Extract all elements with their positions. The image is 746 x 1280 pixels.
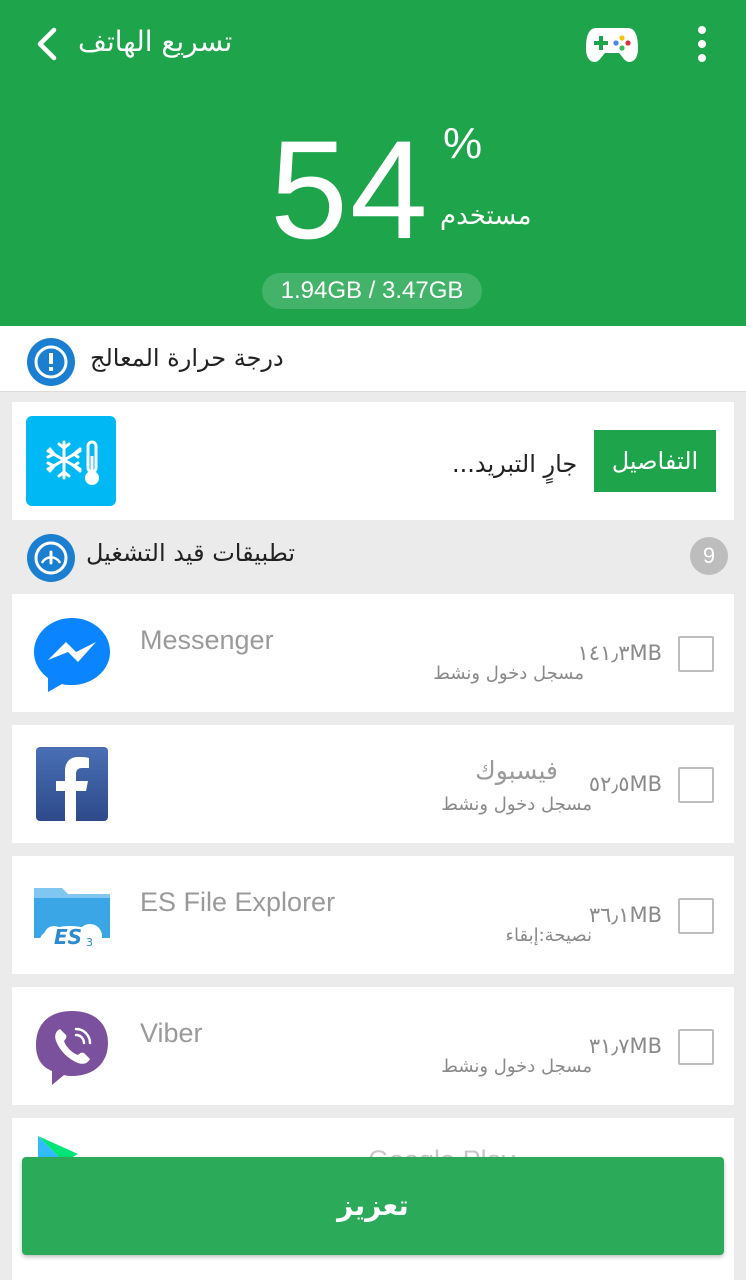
game-mode-button[interactable] — [584, 20, 640, 68]
facebook-icon — [36, 747, 108, 821]
app-select-checkbox[interactable] — [678, 898, 714, 934]
svg-text:3: 3 — [86, 936, 93, 949]
es-file-explorer-icon: ES 3 — [34, 888, 110, 954]
app-status: مسجل دخول ونشط — [433, 663, 584, 684]
svg-text:ES: ES — [54, 925, 82, 949]
app-name: Messenger — [140, 625, 274, 655]
chevron-left-icon — [37, 27, 57, 61]
app-row-viber[interactable]: Viber ٣١٫٧MB مسجل دخول ونشط — [12, 987, 734, 1105]
app-memory-size: ٥٢٫٥MB — [588, 772, 662, 796]
cooling-card: جارٍ التبريد... التفاصيل — [12, 402, 734, 520]
memory-usage-percent: 54 — [270, 111, 430, 268]
details-button[interactable]: التفاصيل — [594, 430, 716, 492]
app-name: Viber — [140, 1018, 203, 1048]
app-status: نصيحة:إبقاء — [505, 925, 592, 946]
app-name: ES File Explorer — [140, 887, 336, 917]
app-select-checkbox[interactable] — [678, 636, 714, 672]
cooler-icon — [26, 416, 116, 506]
cpu-temperature-row[interactable]: درجة حرارة المعالج — [0, 326, 746, 392]
boost-button[interactable]: تعزيز — [22, 1157, 724, 1255]
viber-icon — [36, 1011, 108, 1085]
back-button[interactable] — [30, 24, 66, 64]
app-row-facebook[interactable]: فيسبوك ٥٢٫٥MB مسجل دخول ونشط — [12, 725, 734, 843]
memory-usage-text: 1.94GB / 3.47GB — [262, 273, 482, 309]
app-row-es-file-explorer[interactable]: ES 3 ES File Explorer ٣٦٫١MB نصيحة:إبقاء — [12, 856, 734, 974]
app-status: مسجل دخول ونشط — [441, 794, 592, 815]
page-title: تسريع الهاتف — [78, 25, 233, 58]
percent-sign: % — [443, 119, 483, 168]
app-memory-size: ٣٦٫١MB — [588, 903, 662, 927]
app-select-checkbox[interactable] — [678, 767, 714, 803]
cpu-temperature-label: درجة حرارة المعالج — [90, 344, 284, 372]
app-row-messenger[interactable]: Messenger ١٤١٫٣MB مسجل دخول ونشط — [12, 594, 734, 712]
running-apps-header: تطبيقات قيد التشغيل — [0, 520, 746, 594]
cooling-status: جارٍ التبريد... — [452, 450, 578, 478]
speedometer-icon — [27, 534, 75, 582]
app-select-checkbox[interactable] — [678, 1029, 714, 1065]
header-bar: تسريع الهاتف 54 % مستخدم 1.94GB / 3.47GB — [0, 0, 746, 326]
overflow-menu-button[interactable] — [684, 22, 720, 66]
messenger-icon — [34, 618, 110, 692]
app-memory-size: ١٤١٫٣MB — [577, 641, 662, 665]
running-apps-label: تطبيقات قيد التشغيل — [86, 539, 296, 567]
gamepad-icon — [586, 28, 638, 62]
used-label: مستخدم — [440, 201, 532, 231]
app-status: مسجل دخول ونشط — [441, 1056, 592, 1077]
running-apps-count-badge: 9 — [690, 537, 728, 575]
more-vertical-icon — [698, 26, 706, 62]
alert-icon — [27, 338, 75, 386]
app-name: فيسبوك — [475, 756, 558, 785]
app-memory-size: ٣١٫٧MB — [588, 1034, 662, 1058]
